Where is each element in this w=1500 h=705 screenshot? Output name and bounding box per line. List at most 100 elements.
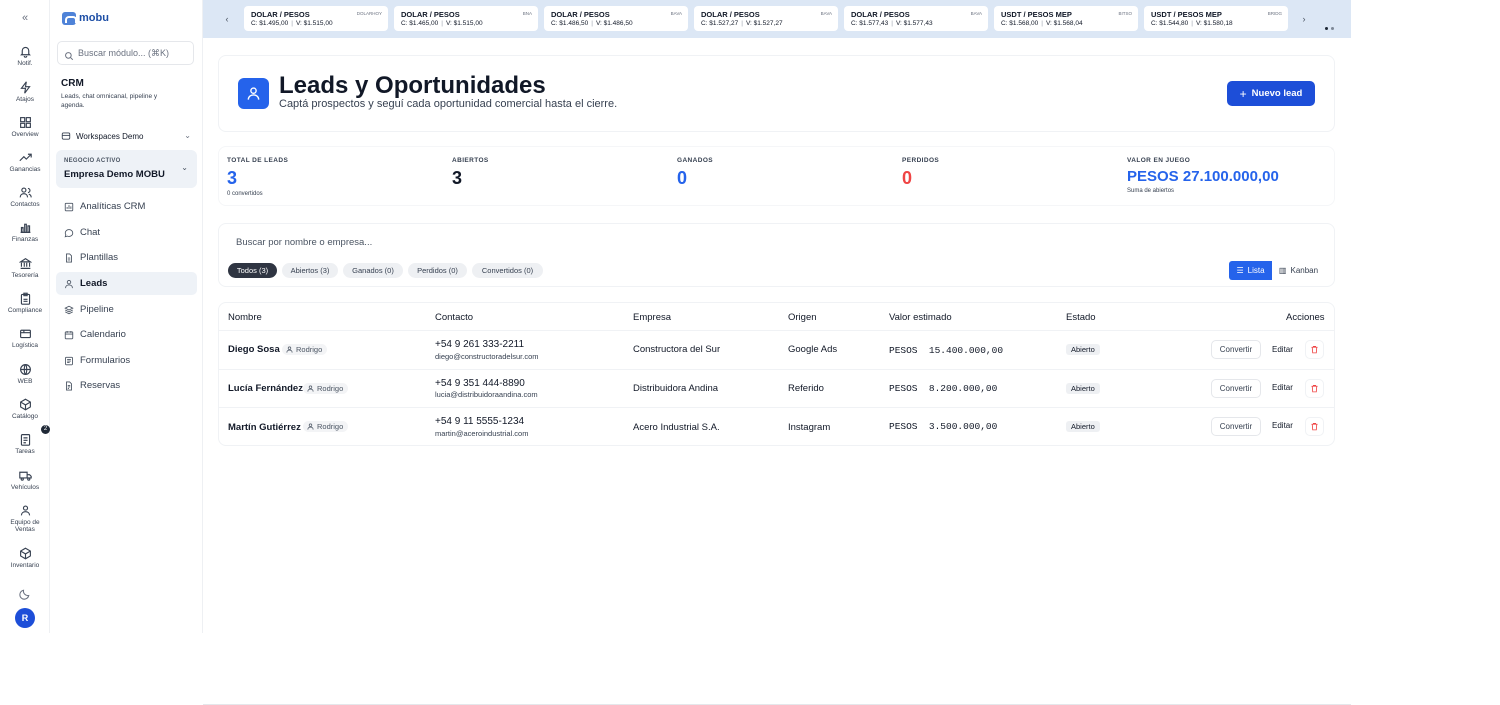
rail-overview[interactable]: Overview [0, 116, 50, 138]
stat-lost-label: PERDIDOS [902, 157, 940, 164]
convert-button[interactable]: Convertir [1211, 417, 1261, 436]
active-business-label: NEGOCIO ACTIVO [64, 158, 121, 164]
nav-label: Analíticas CRM [80, 201, 146, 212]
rail-earnings[interactable]: Ganancias [0, 151, 50, 173]
col-header-status[interactable]: Estado [1066, 312, 1096, 323]
logo-text: mobu [79, 12, 109, 24]
module-search-input[interactable] [78, 48, 188, 58]
rail-vehicles[interactable]: Vehículos [0, 469, 50, 491]
icon-rail: « Notif. Atajos Overview Ganancias Conta… [0, 0, 50, 633]
lead-name[interactable]: Lucía Fernández [228, 383, 303, 394]
col-header-origin[interactable]: Origen [788, 312, 817, 323]
nav-pipeline[interactable]: Pipeline [56, 298, 197, 321]
rail-logistics[interactable]: Logística [0, 327, 50, 349]
convert-button[interactable]: Convertir [1211, 379, 1261, 398]
delete-button[interactable] [1305, 417, 1324, 436]
filter-chip-open[interactable]: Abiertos (3) [282, 263, 338, 278]
user-icon [307, 385, 314, 392]
col-header-name[interactable]: Nombre [228, 312, 262, 323]
rail-label: Atajos [15, 96, 35, 103]
form-icon [64, 356, 74, 366]
row-divider [218, 407, 1335, 408]
module-description: Leads, chat omnicanal, pipeline y agenda… [61, 93, 158, 109]
nav-label: Plantillas [80, 252, 119, 263]
rail-sales-team[interactable]: Equipo de Ventas [0, 504, 50, 533]
ticker-pager-dots[interactable] [1325, 17, 1337, 35]
ticker-card: USDT / PESOS MEP BITSO C: $1.568,00 | V: $… [994, 6, 1138, 31]
filter-chip-converted[interactable]: Convertidos (0) [472, 263, 543, 278]
rail-catalog[interactable]: Catálogo [0, 398, 50, 420]
lead-name[interactable]: Diego Sosa [228, 344, 280, 355]
lead-email: lucia@distribuidoraandina.com [435, 390, 538, 399]
delete-button[interactable] [1305, 340, 1324, 359]
grid-icon [0, 116, 50, 130]
ticker-values: C: $1.544,80 | V: $1.580,18 [1151, 20, 1233, 27]
rail-inventory[interactable]: Inventario [0, 547, 50, 569]
stat-open-label: ABIERTOS [452, 157, 489, 164]
delete-button[interactable] [1305, 379, 1324, 398]
owner-badge: Rodrigo [282, 344, 328, 355]
nav-chat[interactable]: Chat [56, 221, 197, 244]
chevron-right-icon[interactable]: › [1298, 13, 1310, 25]
team-icon [0, 504, 50, 518]
brand-logo[interactable]: mobu [62, 10, 109, 26]
dark-mode-moon-icon[interactable] [19, 587, 31, 600]
lead-phone: +54 9 261 333-2211 [435, 339, 525, 350]
nav-forms[interactable]: Formularios [56, 349, 197, 372]
rail-web[interactable]: WEB [0, 363, 50, 385]
user-avatar[interactable]: R [15, 608, 35, 628]
cube-icon [0, 547, 50, 561]
ticker-values: C: $1.527,27 | V: $1.527,27 [701, 20, 783, 27]
ticker-pair: USDT / PESOS MEP [1151, 10, 1222, 19]
edit-button[interactable]: Editar [1272, 421, 1293, 430]
rail-label: Logística [11, 342, 39, 349]
ticker-pair: DOLAR / PESOS [401, 10, 460, 19]
active-business-selector[interactable]: NEGOCIO ACTIVO Empresa Demo MOBU ⌄ [56, 150, 197, 188]
lead-origin: Instagram [788, 422, 831, 433]
workspace-selector[interactable]: Workspaces Demo ⌄ [61, 129, 191, 143]
filter-chip-won[interactable]: Ganados (0) [343, 263, 403, 278]
status-badge: Abierto [1066, 421, 1100, 432]
chevron-left-icon[interactable]: ‹ [221, 13, 233, 25]
lead-value: PESOS 15.400.000,00 [889, 345, 1004, 356]
collapse-sidebar-icon[interactable]: « [17, 10, 33, 26]
lead-origin: Referido [788, 383, 824, 394]
rail-shortcuts[interactable]: Atajos [0, 81, 50, 103]
nav-templates[interactable]: Plantillas [56, 246, 197, 269]
col-header-contact[interactable]: Contacto [435, 312, 473, 323]
rail-compliance[interactable]: Compliance [0, 292, 50, 314]
trash-icon [1311, 422, 1318, 431]
rail-notifications[interactable]: Notif. [0, 45, 50, 67]
mobu-logo-icon [62, 11, 77, 25]
convert-button[interactable]: Convertir [1211, 340, 1261, 359]
col-header-company[interactable]: Empresa [633, 312, 671, 323]
rail-label: Finanzas [11, 236, 39, 243]
filter-chip-lost[interactable]: Perdidos (0) [408, 263, 467, 278]
edit-button[interactable]: Editar [1272, 383, 1293, 392]
rail-treasury[interactable]: Tesorería [0, 257, 50, 279]
lead-name[interactable]: Martín Gutiérrez [228, 422, 301, 433]
nav-leads[interactable]: Leads [56, 272, 197, 295]
rail-tasks[interactable]: Tareas [0, 433, 50, 455]
edit-button[interactable]: Editar [1272, 345, 1293, 354]
nav-analytics[interactable]: Analíticas CRM [56, 195, 197, 218]
filter-chip-all[interactable]: Todos (3) [228, 263, 277, 278]
bell-icon [0, 45, 50, 59]
ticker-card: DOLAR / PESOS BNA C: $1.465,00 | V: $1.515… [394, 6, 538, 31]
nav-calendar[interactable]: Calendario [56, 323, 197, 346]
stat-value-label: VALOR EN JUEGO [1127, 157, 1191, 164]
rail-contacts[interactable]: Contactos [0, 186, 50, 208]
col-header-value[interactable]: Valor estimado [889, 312, 952, 323]
nav-reservations[interactable]: Reservas [56, 374, 197, 397]
leads-search-input[interactable] [236, 234, 1324, 250]
ticker-source: BAVA [970, 11, 982, 16]
rail-label: Tareas [15, 448, 35, 455]
module-search-box[interactable] [57, 41, 194, 65]
new-lead-button[interactable]: + Nuevo lead [1227, 81, 1315, 106]
view-list-button[interactable]: ☰ Lista [1229, 261, 1272, 280]
rail-finances[interactable]: Finanzas [0, 221, 50, 243]
view-kanban-button[interactable]: ▥ Kanban [1272, 261, 1325, 280]
rail-label: Inventario [10, 562, 40, 569]
lead-company: Constructora del Sur [633, 344, 721, 355]
stat-total-sub: 0 convertidos [227, 191, 263, 197]
